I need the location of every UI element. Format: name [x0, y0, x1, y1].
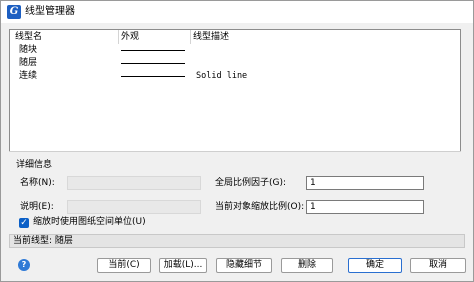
title-bar: G 线型管理器 — [1, 1, 473, 23]
description-label: 说明(E): — [20, 202, 54, 212]
column-divider — [190, 30, 191, 44]
linetype-list[interactable]: 线型名 外观 线型描述 随块 随层 连续 Solid line — [9, 29, 461, 159]
global-scale-label: 全局比例因子(G): — [215, 178, 287, 188]
current-linetype-status: 当前线型: 随层 — [9, 234, 465, 248]
load-button[interactable]: 加载(L)... — [159, 258, 207, 273]
name-label: 名称(N): — [20, 178, 55, 188]
window-title: 线型管理器 — [25, 6, 75, 17]
global-scale-input[interactable]: 1 — [306, 176, 424, 190]
column-header-description[interactable]: 线型描述 — [193, 32, 229, 43]
horizontal-scrollbar[interactable] — [9, 151, 461, 159]
list-item-continuous[interactable]: 连续 Solid line — [10, 70, 460, 83]
ok-button[interactable]: 确定 — [348, 258, 402, 273]
list-item-bylayer[interactable]: 随层 — [10, 57, 460, 70]
current-scale-input[interactable]: 1 — [306, 200, 424, 214]
hide-details-button[interactable]: 隐藏细节 — [216, 258, 272, 273]
current-scale-label: 当前对象缩放比例(O): — [215, 202, 305, 212]
vertical-scrollbar[interactable] — [462, 29, 472, 159]
column-header-appearance[interactable]: 外观 — [121, 32, 139, 43]
help-icon[interactable]: ? — [18, 259, 30, 271]
linetype-description: Solid line — [196, 71, 248, 81]
column-divider — [118, 30, 119, 44]
list-header: 线型名 外观 线型描述 — [10, 30, 460, 44]
column-header-name[interactable]: 线型名 — [15, 32, 42, 43]
delete-button[interactable]: 删除 — [281, 258, 333, 273]
name-field[interactable] — [67, 176, 201, 190]
list-item-byblock[interactable]: 随块 — [10, 44, 460, 57]
set-current-button[interactable]: 当前(C) — [97, 258, 151, 273]
app-logo-icon: G — [7, 5, 21, 19]
linetype-manager-dialog: G 线型管理器 线型名 外观 线型描述 随块 随层 连续 Solid line … — [0, 0, 474, 282]
linetype-name: 随块 — [19, 45, 38, 55]
cancel-button[interactable]: 取消 — [410, 258, 466, 273]
details-group-label: 详细信息 — [15, 160, 54, 171]
linetype-name: 连续 — [19, 71, 38, 81]
linetype-appearance — [121, 63, 185, 64]
description-field[interactable] — [67, 200, 201, 214]
paper-units-label[interactable]: 缩放时使用图纸空间单位(U) — [33, 217, 146, 228]
linetype-appearance — [121, 76, 185, 77]
linetype-name: 随层 — [19, 58, 38, 68]
checkmark-icon: ✓ — [20, 218, 28, 228]
linetype-appearance — [121, 50, 185, 51]
paper-units-checkbox[interactable]: ✓ — [19, 218, 29, 228]
